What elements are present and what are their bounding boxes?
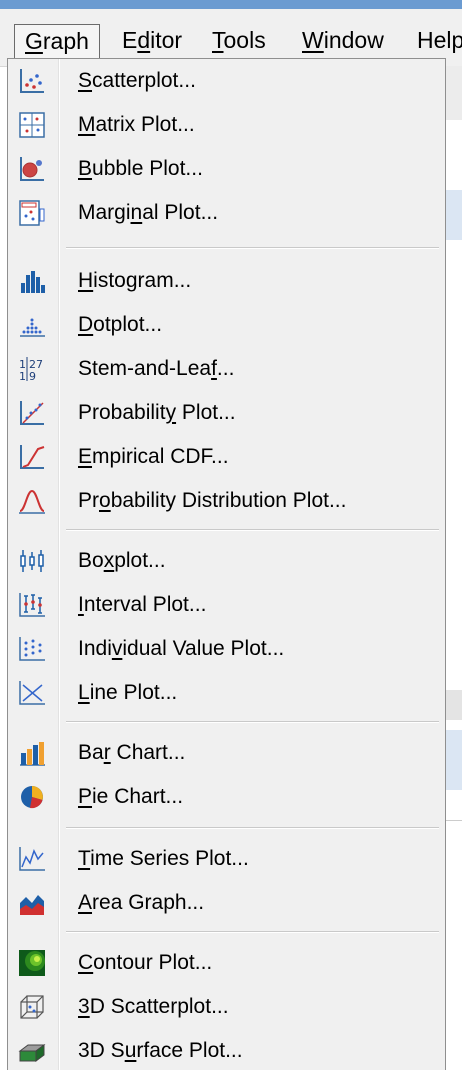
3d-scatterplot-icon — [18, 993, 46, 1021]
probability-distribution-icon — [18, 487, 46, 515]
menu-editor[interactable]: Editor — [112, 24, 192, 58]
individual-value-plot-icon — [18, 635, 46, 663]
menu-item-label: Marginal Plot... — [78, 201, 219, 224]
menu-item-label: Individual Value Plot... — [78, 637, 285, 660]
bar-chart-icon — [18, 739, 46, 767]
empirical-cdf-icon — [18, 443, 46, 471]
line-plot-icon — [18, 679, 46, 707]
menu-separator — [66, 827, 439, 829]
probability-plot-icon — [18, 399, 46, 427]
menu-item-label: Area Graph... — [78, 891, 205, 914]
background-panel — [446, 820, 462, 851]
background-panel — [446, 730, 462, 790]
menu-item-label: 3D Scatterplot... — [78, 995, 229, 1018]
menu-item-label: Probability Plot... — [78, 401, 236, 424]
menu-item-time-series-plot[interactable]: Time Series Plot... — [8, 839, 445, 879]
menu-item-scatterplot[interactable]: Scatterplot... — [8, 61, 445, 101]
background-panel — [446, 690, 462, 720]
title-bar-strip — [0, 0, 462, 9]
menu-graph[interactable]: Graph — [14, 24, 100, 58]
3d-surface-plot-icon — [18, 1037, 46, 1065]
time-series-icon — [18, 845, 46, 873]
menu-item-label: 3D Surface Plot... — [78, 1039, 243, 1062]
menu-separator — [66, 721, 439, 723]
menu-item-marginal-plot[interactable]: Marginal Plot... — [8, 193, 445, 233]
menu-item-probability-plot[interactable]: Probability Plot... — [8, 393, 445, 433]
boxplot-icon — [18, 547, 46, 575]
bubble-plot-icon — [18, 155, 46, 183]
menu-item-pie-chart[interactable]: Pie Chart... — [8, 777, 445, 817]
histogram-icon — [18, 267, 46, 295]
menu-item-empirical-cdf[interactable]: Empirical CDF... — [8, 437, 445, 477]
menu-item-label: Line Plot... — [78, 681, 178, 704]
menu-separator — [66, 247, 439, 249]
menu-item-label: Bar Chart... — [78, 741, 186, 764]
background-panel — [446, 190, 462, 240]
menu-item-dotplot[interactable]: Dotplot... — [8, 305, 445, 345]
menu-item-label: Dotplot... — [78, 313, 163, 336]
menu-item-bubble-plot[interactable]: Bubble Plot... — [8, 149, 445, 189]
menu-item-matrix-plot[interactable]: Matrix Plot... — [8, 105, 445, 145]
menu-item-line-plot[interactable]: Line Plot... — [8, 673, 445, 713]
background-toolbar — [446, 66, 462, 120]
scatterplot-icon — [18, 67, 46, 95]
menu-item-label: Histogram... — [78, 269, 192, 292]
menu-item-label: Contour Plot... — [78, 951, 213, 974]
menu-item-label: Probability Distribution Plot... — [78, 489, 347, 512]
menu-help[interactable]: Help — [407, 24, 462, 58]
area-graph-icon — [18, 889, 46, 917]
marginal-plot-icon — [18, 199, 46, 227]
menu-item-label: Interval Plot... — [78, 593, 207, 616]
menu-tools[interactable]: Tools — [202, 24, 276, 58]
menu-item-interval-plot[interactable]: Interval Plot... — [8, 585, 445, 625]
menu-item-histogram[interactable]: Histogram... — [8, 261, 445, 301]
menu-item-label: Matrix Plot... — [78, 113, 195, 136]
menu-item-contour-plot[interactable]: Contour Plot... — [8, 943, 445, 983]
matrix-plot-icon — [18, 111, 46, 139]
menu-item-probability-distribution-plot[interactable]: Probability Distribution Plot... — [8, 481, 445, 521]
menu-item-area-graph[interactable]: Area Graph... — [8, 883, 445, 923]
menu-separator — [66, 931, 439, 933]
menu-item-label: Time Series Plot... — [78, 847, 249, 870]
pie-chart-icon — [18, 783, 46, 811]
contour-plot-icon — [18, 949, 46, 977]
menu-window[interactable]: Window — [292, 24, 394, 58]
menu-item-label: Pie Chart... — [78, 785, 184, 808]
graph-dropdown-menu: Scatterplot... Matrix Plot... Bubble Plo… — [7, 58, 446, 1070]
dotplot-icon — [18, 311, 46, 339]
menu-separator — [66, 529, 439, 531]
menu-item-label: Empirical CDF... — [78, 445, 229, 468]
interval-plot-icon — [18, 591, 46, 619]
menu-item-label: Scatterplot... — [78, 69, 196, 92]
stem-and-leaf-icon: 1 1 27 9 — [18, 355, 46, 383]
menu-item-individual-value-plot[interactable]: Individual Value Plot... — [8, 629, 445, 669]
menu-item-label: Boxplot... — [78, 549, 166, 572]
svg-text:1: 1 — [19, 370, 26, 383]
menu-item-label: Bubble Plot... — [78, 157, 203, 180]
menu-item-3d-scatterplot[interactable]: 3D Scatterplot... — [8, 987, 445, 1027]
menu-item-label: Stem-and-Leaf... — [78, 357, 235, 380]
menu-item-boxplot[interactable]: Boxplot... — [8, 541, 445, 581]
menu-item-3d-surface-plot[interactable]: 3D Surface Plot... — [8, 1031, 445, 1071]
menu-item-bar-chart[interactable]: Bar Chart... — [8, 733, 445, 773]
svg-text:9: 9 — [29, 370, 36, 383]
menu-item-stem-and-leaf[interactable]: 1 1 27 9 Stem-and-Leaf... — [8, 349, 445, 389]
